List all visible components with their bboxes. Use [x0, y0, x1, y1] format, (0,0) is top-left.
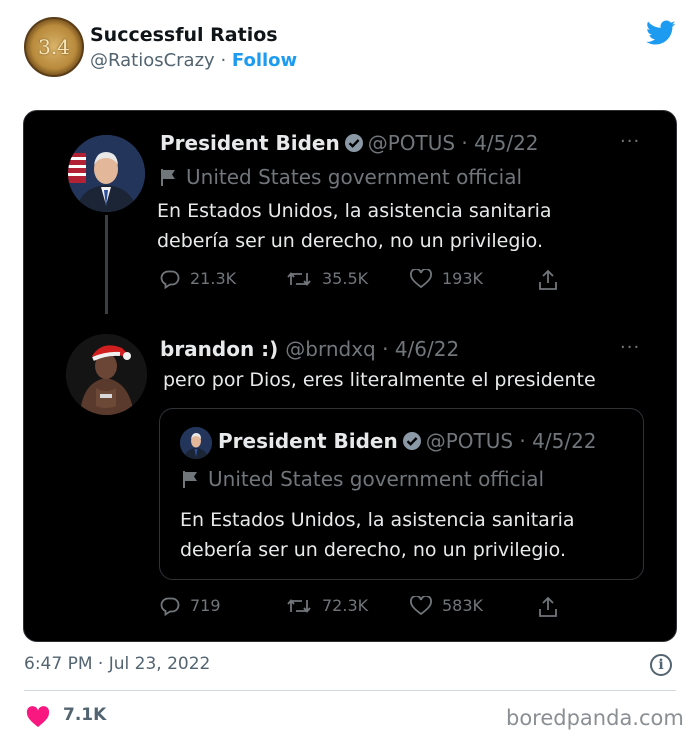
tweet1-header: President Biden @POTUS · 4/5/22: [160, 131, 539, 155]
divider: [24, 690, 676, 691]
heart-icon: [410, 596, 432, 616]
author-name[interactable]: Successful Ratios: [90, 24, 278, 46]
embedded-screenshot: President Biden @POTUS · 4/5/22 ··· Unite…: [23, 110, 677, 642]
tweet2-header: brandon :) @brndxq · 4/6/22: [160, 337, 459, 361]
tweet-timestamp[interactable]: 6:47 PM · Jul 23, 2022: [24, 654, 210, 674]
tweet1-retweet-count: 35.5K: [322, 269, 369, 288]
quoted-text-line1: En Estados Unidos, la asistencia sanitar…: [180, 509, 575, 531]
tweet1-more-icon: ···: [620, 131, 641, 152]
share-icon: [539, 596, 557, 617]
tweet1-gov-label-row: United States government official: [160, 165, 522, 189]
tweet1-handle-date: @POTUS · 4/5/22: [367, 131, 539, 155]
tweet1-author-name: President Biden: [160, 131, 340, 155]
flag-icon: [161, 169, 175, 186]
avatar-image: [66, 334, 147, 415]
quoted-text-line2: debería ser un derecho, no un privilegio…: [180, 539, 567, 561]
tweet2-reply: 719: [160, 596, 221, 616]
tweet2-like: 583K: [410, 596, 483, 616]
thread-connector: [105, 215, 108, 314]
tweet2-author-name: brandon :): [160, 337, 279, 361]
verified-badge-icon: [402, 432, 421, 450]
tweet2-reply-count: 719: [190, 596, 221, 615]
tweet1-gov-label: United States government official: [186, 165, 523, 189]
tweet1-like: 193K: [410, 269, 483, 289]
tweet2-text: pero por Dios, eres literalmente el pres…: [163, 369, 596, 391]
quoted-header: President Biden @POTUS · 4/5/22: [218, 429, 597, 453]
tweet1-like-count: 193K: [442, 269, 484, 288]
tweet-header: 3.4 Successful Ratios @RatiosCrazy · Fol…: [0, 0, 700, 100]
avatar-text: 3.4: [38, 35, 70, 59]
like-count[interactable]: 7.1K: [63, 705, 106, 725]
tweet1-text: En Estados Unidos, la asistencia sanitar…: [157, 196, 552, 256]
tweet2-share: [538, 596, 568, 618]
brandon-avatar: [66, 334, 147, 415]
tweet1-text-line1: En Estados Unidos, la asistencia sanitar…: [157, 200, 552, 222]
tweet2-like-count: 583K: [442, 596, 484, 615]
tweet1-reply: 21.3K: [160, 269, 236, 289]
tweet1-reply-count: 21.3K: [190, 269, 237, 288]
tweet1-share: [538, 269, 568, 291]
tweet2-retweet-count: 72.3K: [322, 596, 369, 615]
quoted-gov-label: United States government official: [208, 467, 545, 491]
tweet2-retweet: 72.3K: [286, 596, 368, 616]
quoted-author-name: President Biden: [218, 429, 398, 453]
like-heart-icon[interactable]: [26, 706, 50, 728]
watermark: boredpanda.com: [506, 706, 684, 730]
quoted-handle-date: @POTUS · 4/5/22: [425, 429, 597, 453]
heart-icon: [410, 269, 432, 289]
author-handle-row: @RatiosCrazy · Follow: [90, 50, 297, 71]
tweet2-more-icon: ···: [620, 337, 641, 358]
follow-button[interactable]: Follow: [232, 50, 297, 71]
tweet2-handle-date: @brndxq · 4/6/22: [285, 337, 460, 361]
portrait-image: [180, 427, 212, 459]
portrait-image: [68, 135, 145, 212]
quoted-text: En Estados Unidos, la asistencia sanitar…: [180, 505, 575, 565]
twitter-bird-icon[interactable]: [646, 20, 676, 46]
flag-icon: [183, 471, 197, 488]
retweet-icon: [287, 272, 311, 286]
tweet1-retweet: 35.5K: [286, 269, 368, 289]
tweet2-actions: 719 72.3K 583K: [160, 596, 660, 622]
quoted-tweet: President Biden @POTUS · 4/5/22 United St…: [159, 408, 644, 580]
tweet1-actions: 21.3K 35.5K 193K: [160, 269, 660, 295]
info-icon[interactable]: i: [650, 654, 672, 676]
retweet-icon: [287, 599, 311, 613]
avatar[interactable]: 3.4: [24, 17, 84, 77]
verified-badge-icon: [344, 134, 363, 152]
author-handle[interactable]: @RatiosCrazy: [90, 50, 215, 71]
separator: ·: [220, 50, 227, 71]
tweet1-text-line2: debería ser un derecho, no un privilegio…: [157, 230, 544, 252]
quoted-potus-avatar: [180, 427, 212, 459]
reply-icon: [160, 270, 180, 289]
quoted-gov-label-row: United States government official: [182, 467, 544, 491]
reply-icon: [160, 597, 180, 616]
share-icon: [539, 269, 557, 290]
potus-avatar: [68, 135, 145, 212]
